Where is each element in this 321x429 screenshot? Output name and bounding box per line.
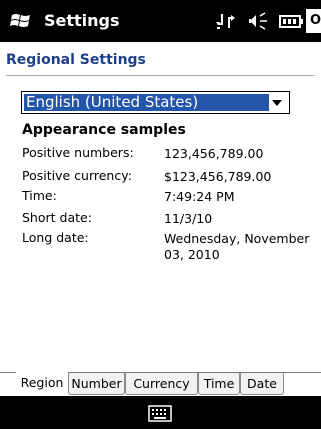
window-title: Settings bbox=[44, 11, 120, 30]
positive-currency-value: $123,456,789.00 bbox=[164, 169, 272, 184]
page-title: Regional Settings bbox=[6, 52, 146, 68]
time-label: Time: bbox=[22, 188, 57, 203]
short-date-value: 11/3/10 bbox=[164, 211, 213, 226]
tab-currency[interactable]: Currency bbox=[125, 373, 198, 395]
region-dropdown[interactable]: English (United States) bbox=[21, 91, 290, 114]
region-dropdown-value: English (United States) bbox=[24, 94, 269, 111]
heading-divider bbox=[6, 75, 315, 76]
keyboard-icon[interactable] bbox=[148, 405, 172, 422]
tab-date[interactable]: Date bbox=[240, 373, 284, 395]
time-value: 7:49:24 PM bbox=[164, 189, 235, 204]
battery-icon[interactable] bbox=[278, 11, 304, 31]
positive-numbers-value: 123,456,789.00 bbox=[164, 146, 264, 161]
windows-start-icon[interactable] bbox=[10, 11, 32, 31]
short-date-label: Short date: bbox=[22, 210, 92, 225]
connectivity-icon[interactable] bbox=[214, 11, 238, 31]
tab-region[interactable]: Region bbox=[16, 372, 68, 396]
tab-number[interactable]: Number bbox=[68, 373, 125, 395]
tab-time[interactable]: Time bbox=[198, 373, 240, 395]
long-date-label: Long date: bbox=[22, 230, 89, 245]
samples-heading: Appearance samples bbox=[22, 122, 186, 138]
positive-currency-label: Positive currency: bbox=[22, 168, 132, 183]
ok-button[interactable]: OK bbox=[306, 9, 321, 33]
long-date-value: Wednesday, November 03, 2010 bbox=[164, 231, 310, 262]
volume-icon[interactable] bbox=[246, 11, 270, 31]
chevron-down-icon[interactable] bbox=[270, 96, 284, 110]
positive-numbers-label: Positive numbers: bbox=[22, 145, 134, 160]
